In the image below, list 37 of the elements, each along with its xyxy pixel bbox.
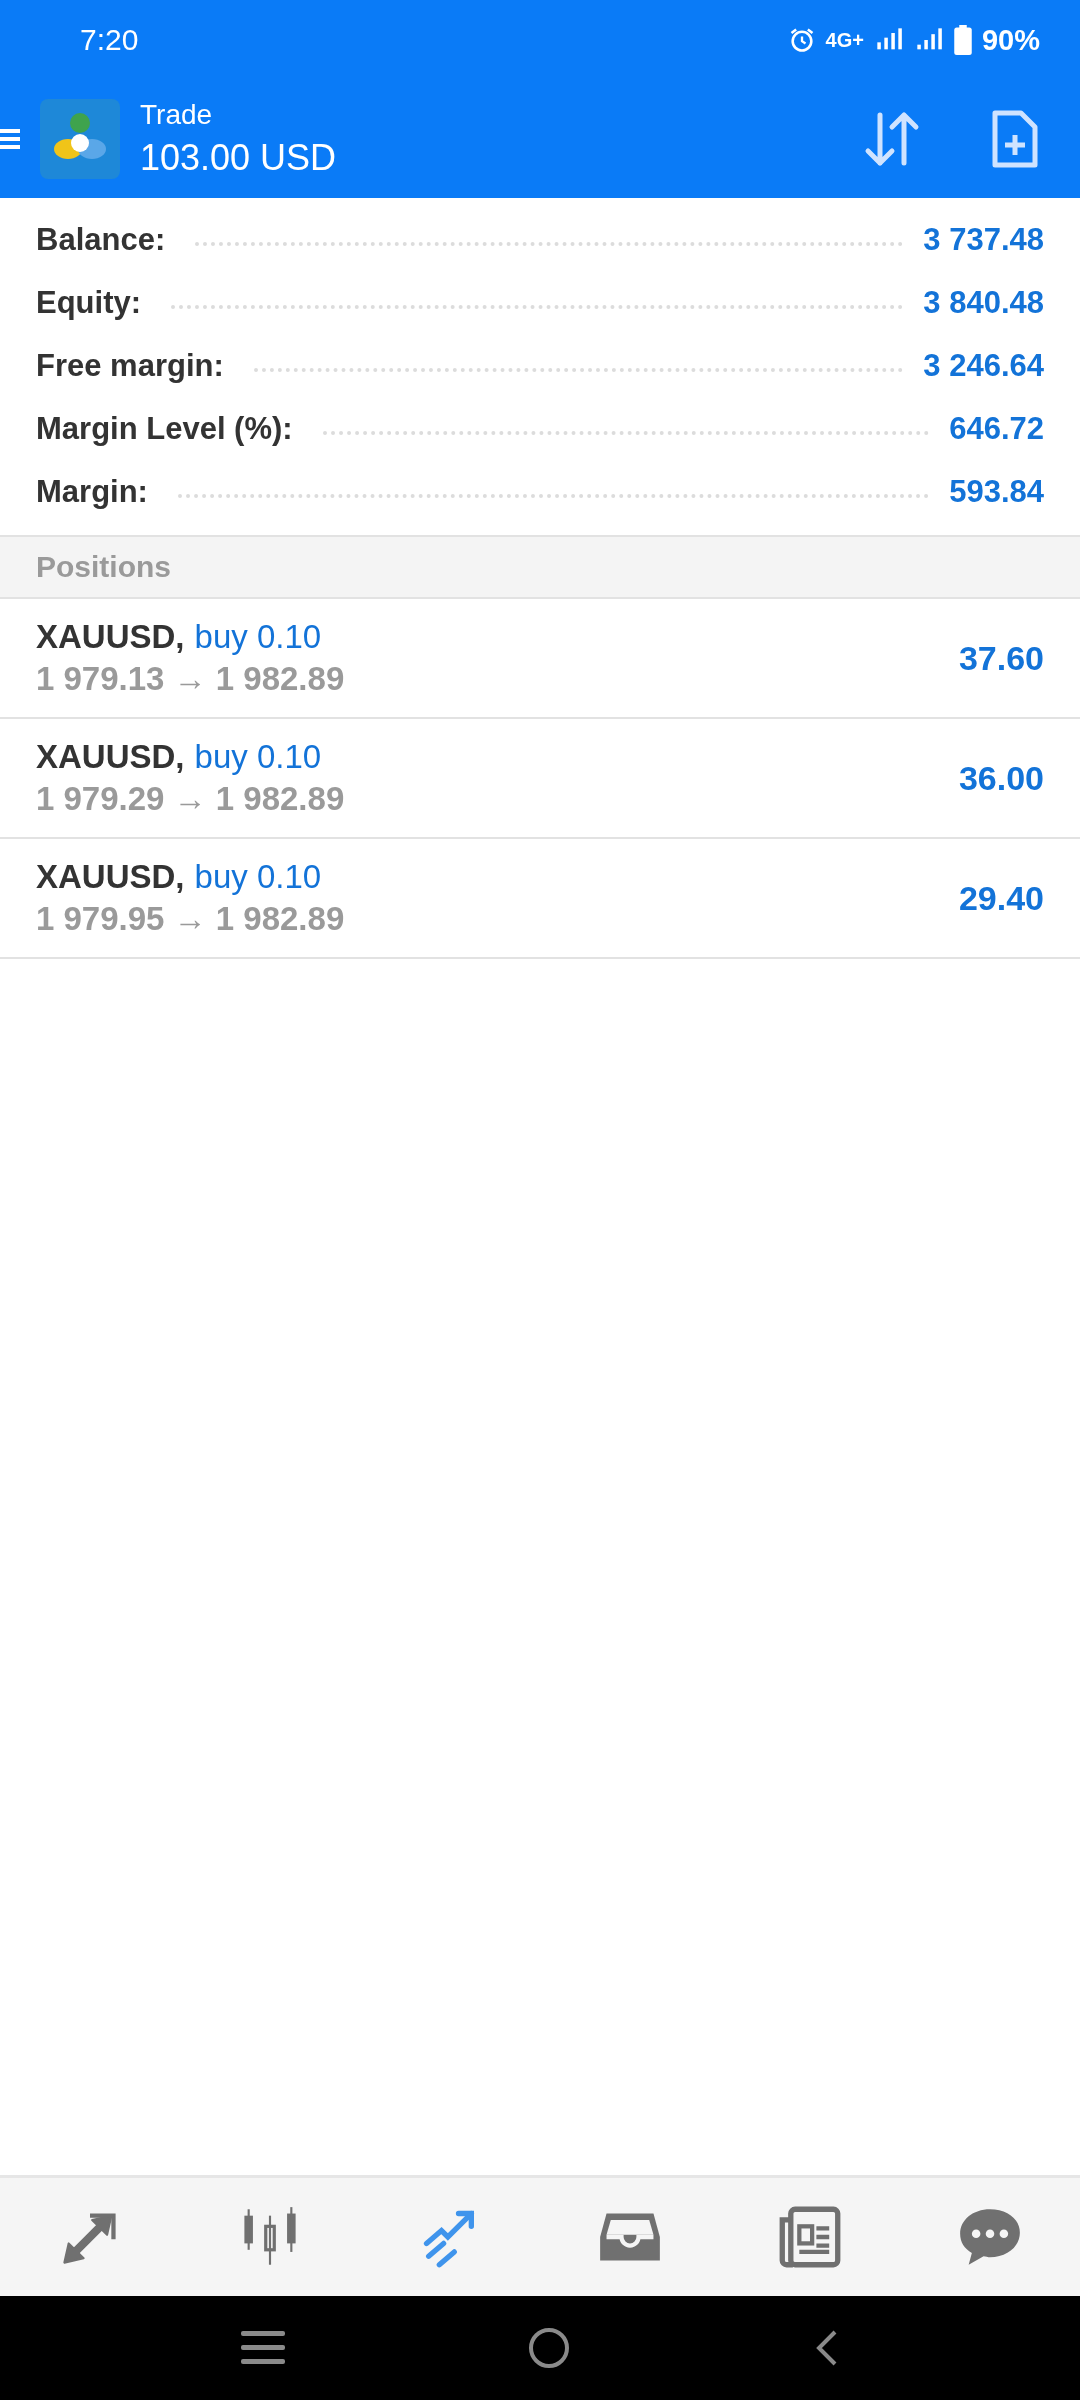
app-logo-icon: [40, 99, 120, 179]
section-heading: Positions: [36, 550, 171, 584]
summary-value: 3 737.48: [923, 221, 1044, 258]
summary-value: 3 246.64: [923, 347, 1044, 384]
position-symbol: XAUUSD,: [36, 618, 185, 656]
position-profit: 36.00: [958, 758, 1044, 798]
summary-label: Margin Level (%):: [36, 410, 293, 447]
position-row[interactable]: XAUUSD, buy 0.10 1 979.95 → 1 982.89 29.40: [0, 839, 1080, 959]
position-symbol: XAUUSD,: [36, 858, 185, 896]
position-symbol: XAUUSD,: [36, 738, 185, 776]
network-type: 4G+: [825, 28, 864, 52]
position-prices: 1 979.95 → 1 982.89: [36, 900, 345, 938]
position-row[interactable]: XAUUSD, buy 0.10 1 979.29 → 1 982.89 36.00: [0, 719, 1080, 839]
clock-time: 7:20: [80, 23, 139, 57]
position-prices: 1 979.13 → 1 982.89: [36, 660, 345, 698]
summary-value: 646.72: [949, 410, 1044, 447]
summary-label: Balance:: [36, 221, 166, 258]
screen-title: Trade: [140, 99, 214, 131]
account-balance: 103.00 USD: [140, 137, 338, 179]
add-document-icon[interactable]: [990, 109, 1040, 169]
position-order: buy 0.10: [194, 618, 322, 656]
battery-icon: [953, 25, 972, 55]
position-row[interactable]: XAUUSD, buy 0.10 1 979.13 → 1 982.89 37.60: [0, 599, 1080, 719]
home-icon[interactable]: [528, 2327, 570, 2369]
newspaper-icon[interactable]: [778, 2205, 842, 2269]
position-order: buy 0.10: [194, 858, 322, 896]
summary-value: 3 840.48: [923, 284, 1044, 321]
battery-level: 90%: [981, 23, 1040, 57]
position-profit: 37.60: [958, 638, 1044, 678]
summary-value: 593.84: [949, 473, 1044, 510]
position-prices: 1 979.29 → 1 982.89: [36, 780, 345, 818]
summary-label: Free margin:: [36, 347, 224, 384]
position-order: buy 0.10: [194, 738, 322, 776]
position-profit: 29.40: [958, 878, 1044, 918]
summary-label: Margin:: [36, 473, 148, 510]
summary-label: Equity:: [36, 284, 142, 321]
recent-apps-icon[interactable]: [241, 2331, 286, 2365]
